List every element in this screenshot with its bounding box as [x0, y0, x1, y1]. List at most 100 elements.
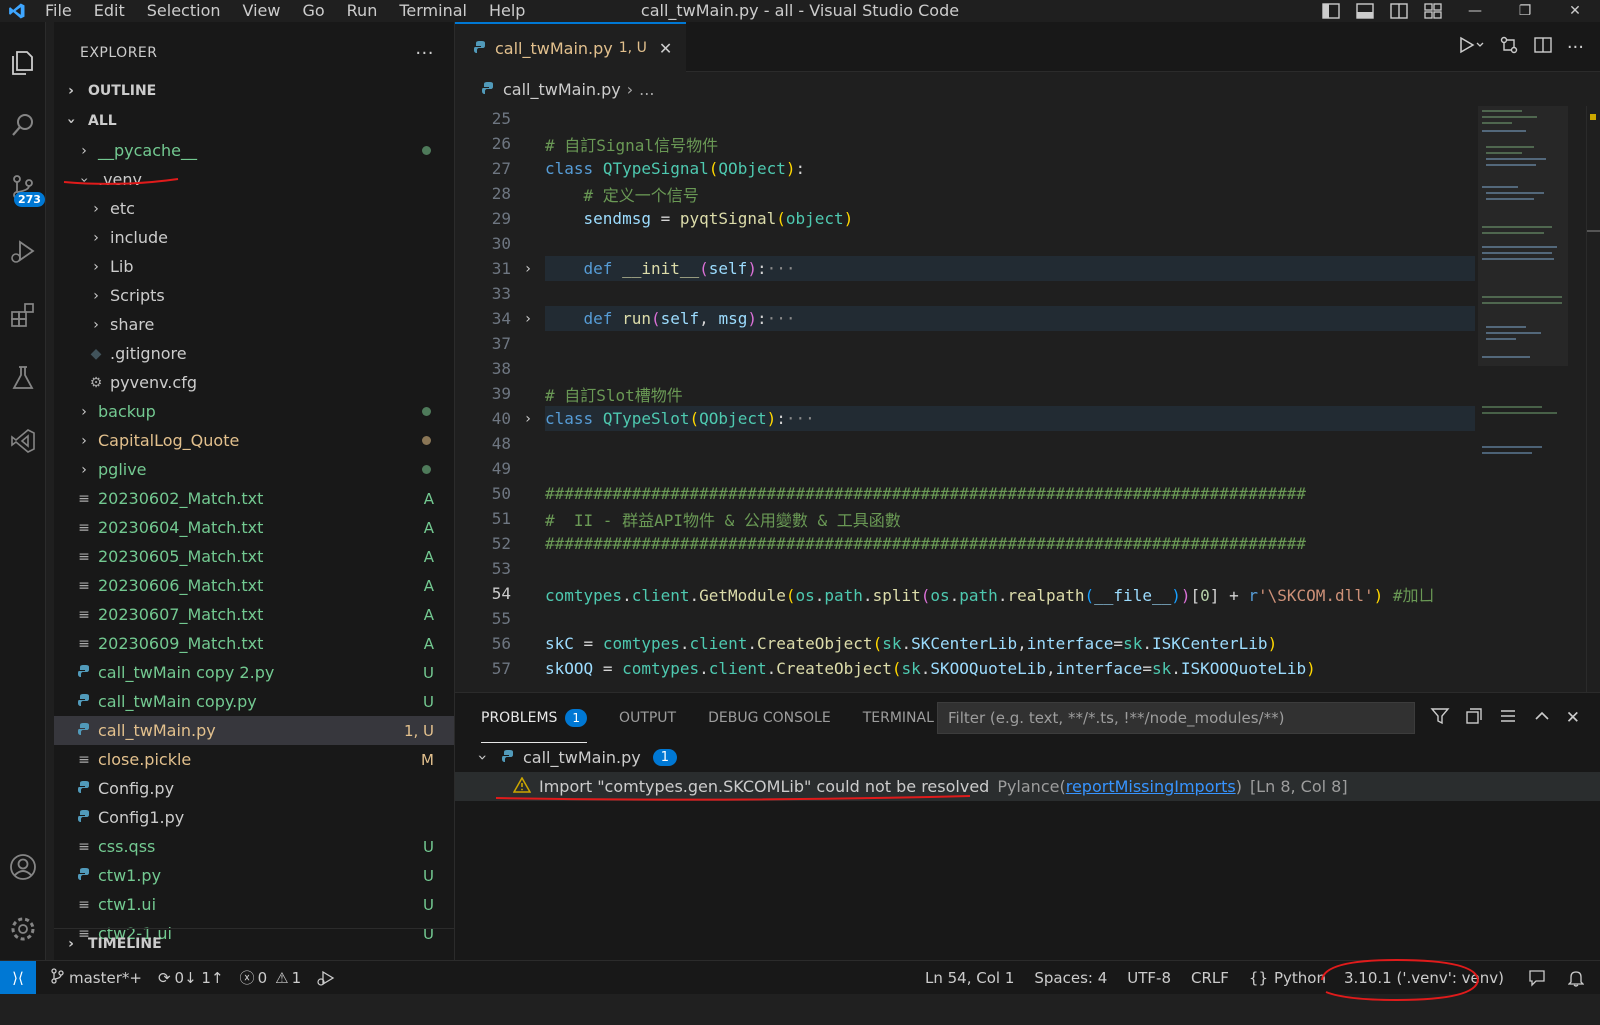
problem-code-link[interactable]: reportMissingImports	[1066, 777, 1236, 796]
folder-item[interactable]: › include	[54, 223, 454, 252]
folder-item[interactable]: › backup	[54, 397, 454, 426]
fold-chevron-icon[interactable]: ›	[511, 261, 545, 277]
menu-item-selection[interactable]: Selection	[136, 0, 232, 22]
problems-file-row[interactable]: › call_twMain.py 1	[455, 743, 1600, 772]
folder-item[interactable]: › Scripts	[54, 281, 454, 310]
editor-more-actions-icon[interactable]: ···	[1567, 37, 1584, 58]
timeline-section[interactable]: › TIMELINE	[54, 928, 454, 958]
close-panel-icon[interactable]: ✕	[1566, 708, 1580, 728]
minimize-button[interactable]: —	[1450, 3, 1500, 19]
file-item[interactable]: Config1.py	[54, 803, 454, 832]
menu-item-edit[interactable]: Edit	[83, 0, 136, 22]
menu-item-help[interactable]: Help	[478, 0, 536, 22]
menu-item-terminal[interactable]: Terminal	[388, 0, 478, 22]
file-item[interactable]: ≡ 20230607_Match.txt A	[54, 600, 454, 629]
menu-item-run[interactable]: Run	[336, 0, 389, 22]
tab-label: call_twMain.py	[495, 38, 613, 58]
open-changes-icon[interactable]	[1499, 35, 1519, 59]
explorer-icon[interactable]	[0, 40, 46, 86]
workspace-folder-header[interactable]: › ALL	[54, 106, 454, 136]
outline-section[interactable]: › OUTLINE	[54, 76, 454, 106]
folder-item[interactable]: › share	[54, 310, 454, 339]
sync-status[interactable]: ⟳ 0↓ 1↑	[150, 969, 232, 987]
tab-call-twmain[interactable]: call_twMain.py 1, U ✕	[455, 22, 687, 72]
file-item[interactable]: ≡ 20230605_Match.txt A	[54, 542, 454, 571]
notifications-bell-icon[interactable]	[1558, 969, 1600, 987]
menu-item-view[interactable]: View	[232, 0, 292, 22]
panel-tab-problems[interactable]: PROBLEMS 1	[481, 693, 588, 743]
panel-tab-debug-console[interactable]: DEBUG CONSOLE	[708, 693, 831, 743]
file-item[interactable]: ctw1.py U	[54, 861, 454, 890]
file-item[interactable]: ≡ ctw1.ui U	[54, 890, 454, 919]
python-interpreter[interactable]: 3.10.1 ('.venv': venv)	[1332, 969, 1516, 987]
menu-item-go[interactable]: Go	[291, 0, 335, 22]
problems-status[interactable]: ⓧ 0 ⚠ 1	[232, 967, 310, 988]
file-item[interactable]: call_twMain.py 1, U	[54, 716, 454, 745]
file-item[interactable]: ≡ css.qss U	[54, 832, 454, 861]
encoding[interactable]: UTF-8	[1117, 969, 1181, 987]
collapse-all-icon[interactable]	[1464, 706, 1484, 730]
testing-icon[interactable]	[0, 355, 46, 401]
branch-status[interactable]: master*+	[42, 967, 150, 988]
remote-explorer-icon[interactable]	[0, 418, 46, 464]
extensions-icon[interactable]	[0, 292, 46, 338]
toggle-panel-icon[interactable]	[1348, 0, 1382, 22]
tab-close-icon[interactable]: ✕	[659, 39, 672, 58]
fold-chevron-icon[interactable]: ›	[511, 411, 545, 427]
file-item[interactable]: Config.py	[54, 774, 454, 803]
file-item[interactable]: ≡ 20230609_Match.txt A	[54, 629, 454, 658]
filter-icon[interactable]	[1430, 706, 1450, 730]
text-file-icon: ≡	[78, 490, 90, 507]
folder-item[interactable]: › .venv	[54, 165, 454, 194]
breadcrumb-symbol[interactable]: ...	[639, 80, 654, 99]
file-item[interactable]: ⚙ pyvenv.cfg	[54, 368, 454, 397]
run-debug-icon[interactable]	[0, 228, 46, 274]
file-item[interactable]: ◆ .gitignore	[54, 339, 454, 368]
menu-item-file[interactable]: File	[34, 0, 83, 22]
editor-scrollbar[interactable]	[1586, 106, 1600, 692]
breadcrumb-file[interactable]: call_twMain.py	[503, 80, 621, 99]
file-item[interactable]: call_twMain copy 2.py U	[54, 658, 454, 687]
feedback-icon[interactable]	[1516, 969, 1558, 987]
folder-item[interactable]: › CapitalLog_Quote	[54, 426, 454, 455]
indentation[interactable]: Spaces: 4	[1024, 969, 1117, 987]
folder-item[interactable]: › pglive	[54, 455, 454, 484]
panel-tab-terminal[interactable]: TERMINAL	[863, 693, 934, 743]
cursor-position[interactable]: Ln 54, Col 1	[915, 969, 1024, 987]
maximize-panel-icon[interactable]	[1532, 706, 1552, 730]
accounts-icon[interactable]	[0, 844, 46, 890]
debug-launch-icon[interactable]	[309, 970, 343, 986]
code-editor[interactable]: 25 26 # 自訂Signal信号物件 27 class QTypeSignal(QO…	[455, 106, 1600, 692]
run-python-file-icon[interactable]	[1457, 35, 1485, 59]
close-window-button[interactable]: ✕	[1550, 3, 1600, 19]
remote-indicator-icon[interactable]: ⟩⟨	[0, 960, 36, 995]
split-editor-icon[interactable]	[1533, 35, 1553, 59]
panel-tab-output[interactable]: OUTPUT	[619, 693, 676, 743]
problems-filter-input[interactable]: Filter (e.g. text, **/*.ts, !**/node_mod…	[937, 702, 1415, 734]
toggle-sidebar-icon[interactable]	[1314, 0, 1348, 22]
view-as-tree-icon[interactable]	[1498, 706, 1518, 730]
language-mode[interactable]: {} Python	[1239, 969, 1332, 987]
file-item[interactable]: call_twMain copy.py U	[54, 687, 454, 716]
toggle-secondary-sidebar-icon[interactable]	[1382, 0, 1416, 22]
fold-chevron-icon[interactable]: ›	[511, 311, 545, 327]
file-item[interactable]: ≡ 20230602_Match.txt A	[54, 484, 454, 513]
file-item[interactable]: ≡ close.pickle M	[54, 745, 454, 774]
file-item[interactable]: ≡ 20230604_Match.txt A	[54, 513, 454, 542]
problems-file-count: 1	[652, 749, 678, 766]
explorer-more-actions-icon[interactable]: ···	[415, 43, 434, 64]
source-control-icon[interactable]: 273	[0, 164, 46, 210]
code-line: 55	[455, 606, 1475, 631]
minimap[interactable]	[1478, 106, 1568, 692]
folder-item[interactable]: › etc	[54, 194, 454, 223]
folder-item[interactable]: › Lib	[54, 252, 454, 281]
restore-button[interactable]: ❐	[1500, 3, 1550, 19]
search-icon[interactable]	[0, 102, 46, 148]
git-status-badge: A	[423, 576, 434, 595]
file-item[interactable]: ≡ 20230606_Match.txt A	[54, 571, 454, 600]
problem-item[interactable]: Import "comtypes.gen.SKCOMLib" could not…	[455, 772, 1600, 801]
folder-item[interactable]: › __pycache__	[54, 136, 454, 165]
line-ending[interactable]: CRLF	[1181, 969, 1239, 987]
settings-gear-icon[interactable]	[0, 906, 46, 952]
customize-layout-icon[interactable]	[1416, 0, 1450, 22]
